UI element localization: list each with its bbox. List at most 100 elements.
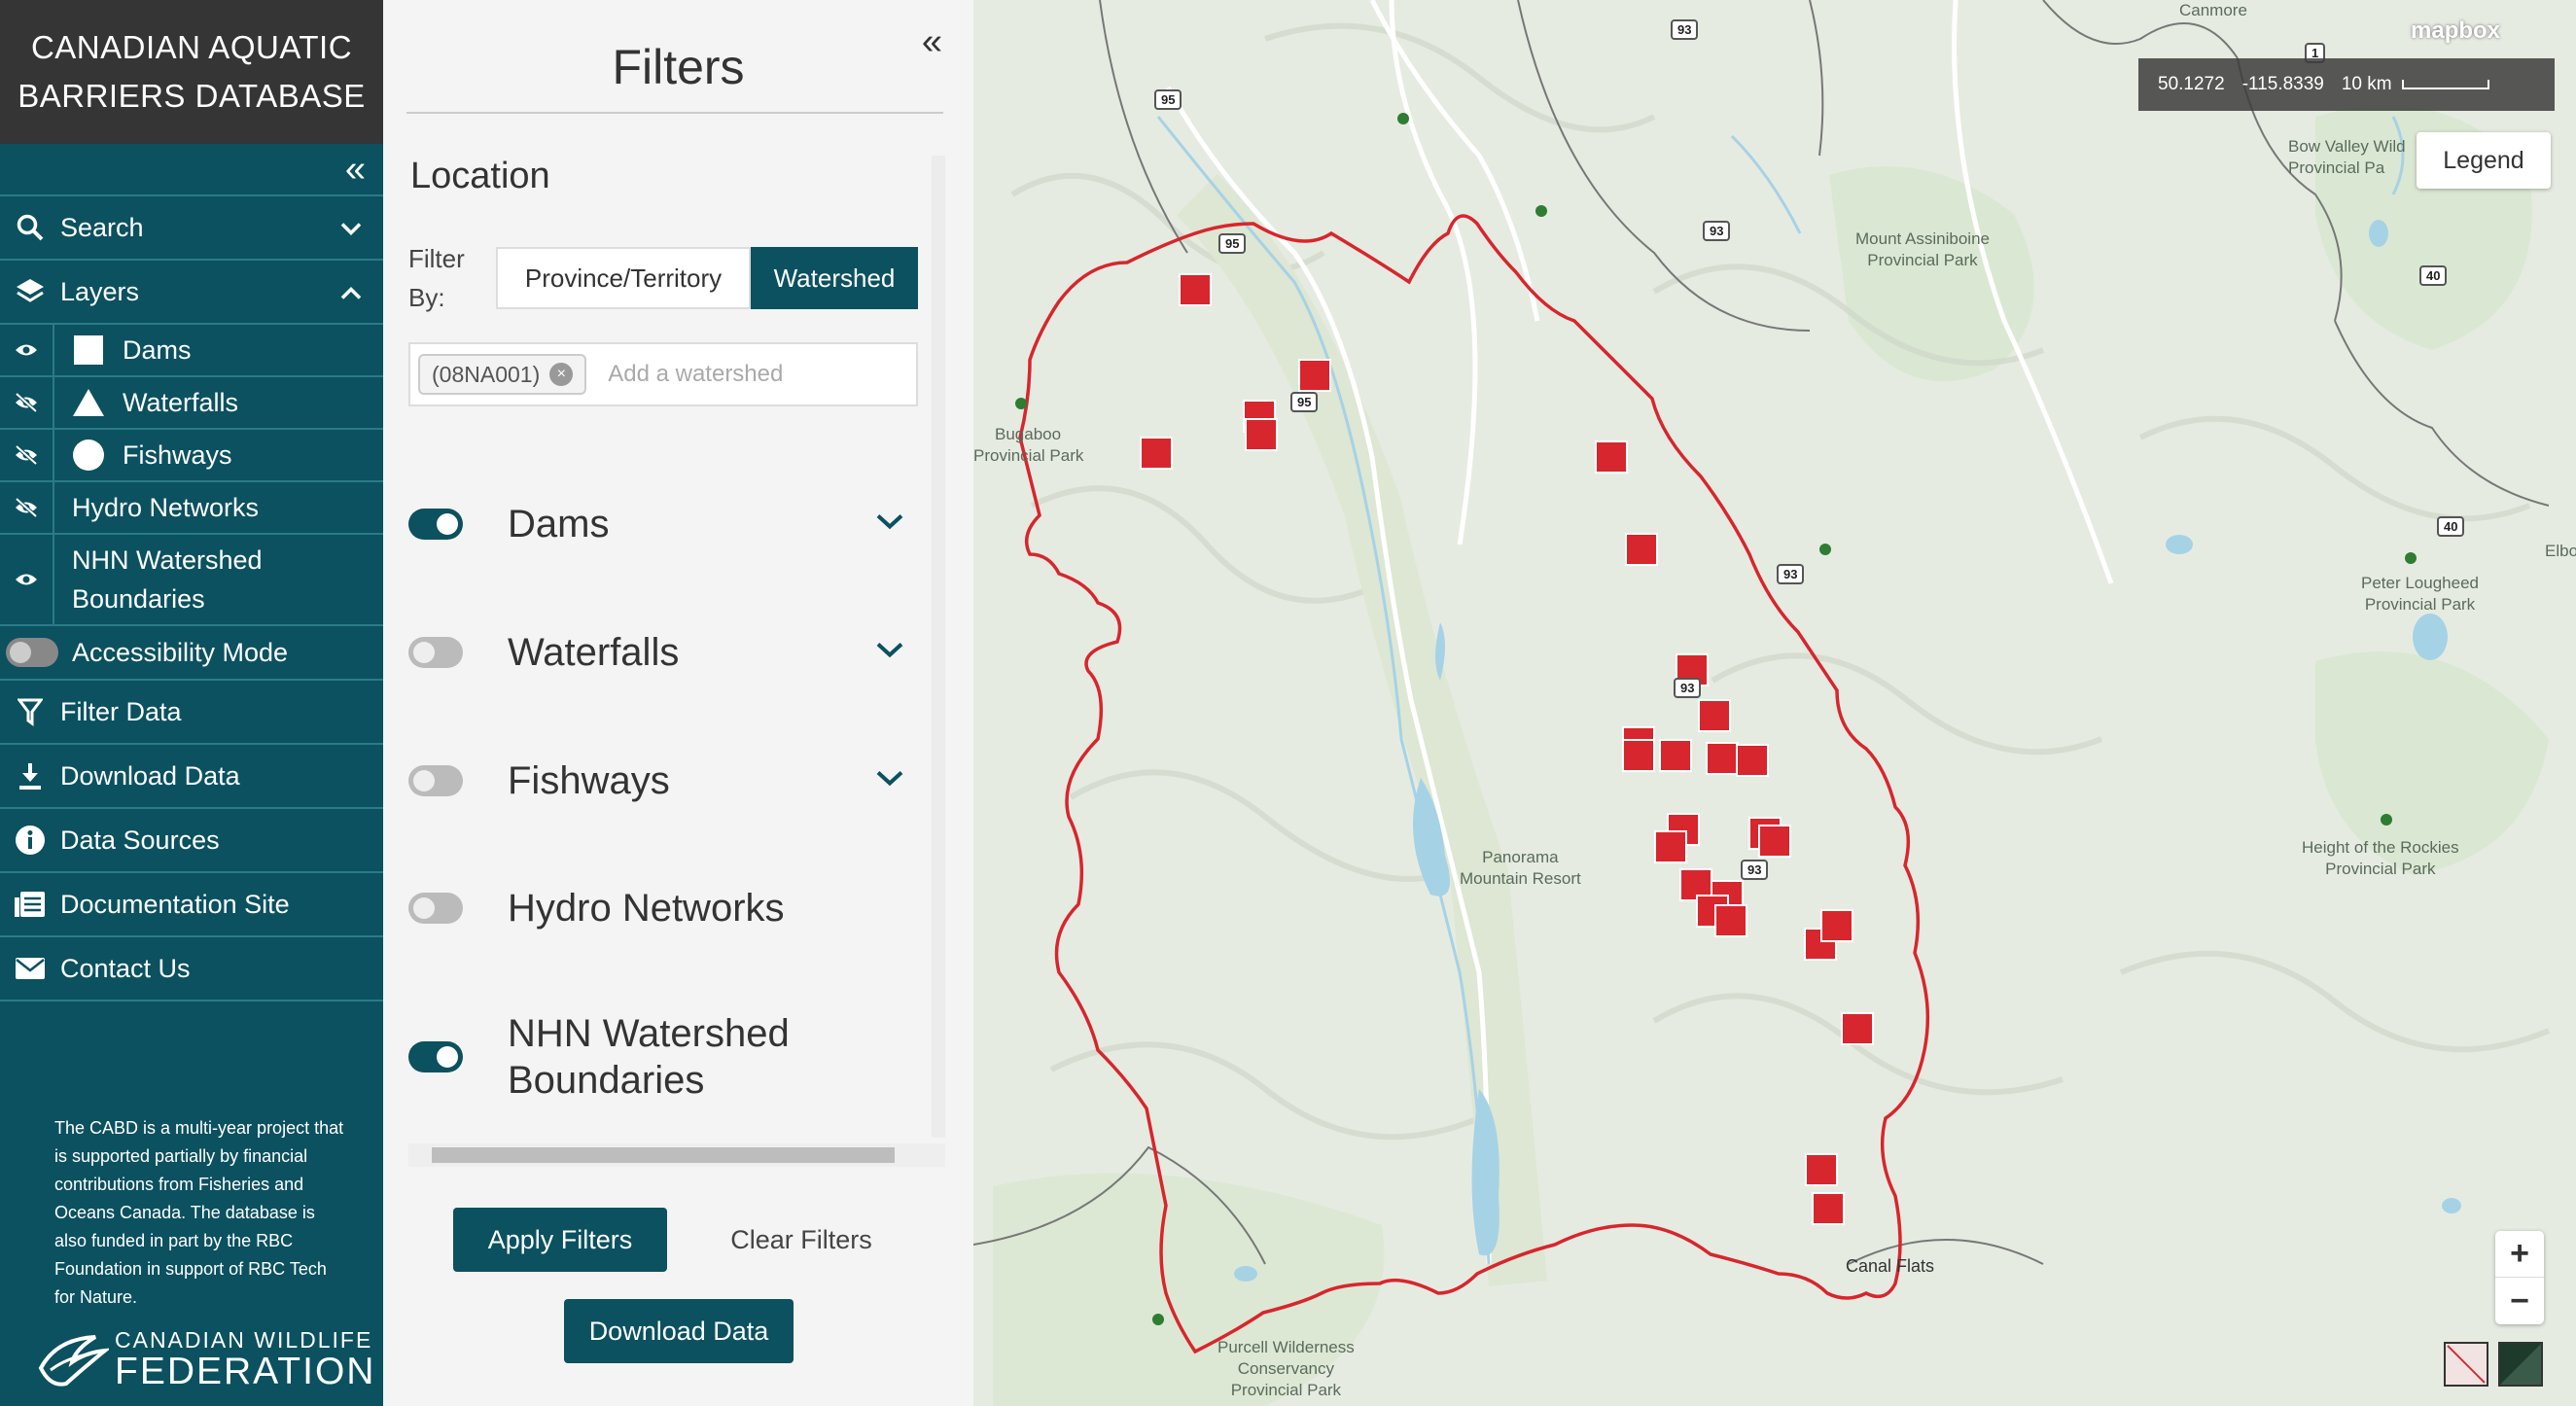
download-icon bbox=[0, 761, 60, 791]
map-label-bow-valley: Bow Valley Wild Provincial Pa bbox=[2288, 137, 2406, 177]
horizontal-scrollbar[interactable] bbox=[408, 1143, 945, 1167]
dam-marker[interactable] bbox=[1245, 418, 1278, 451]
watershed-input[interactable]: (08NA001) × Add a watershed bbox=[408, 342, 918, 406]
dam-marker[interactable] bbox=[1654, 830, 1687, 863]
highway-shield: 40 bbox=[2437, 516, 2465, 537]
nav-documentation[interactable]: Documentation Site bbox=[0, 873, 383, 937]
app-title-line2: BARRIERS DATABASE bbox=[18, 78, 366, 114]
sidebar: CANADIAN AQUATIC BARRIERS DATABASE « Sear… bbox=[0, 0, 383, 1406]
chevron-up-icon bbox=[340, 277, 362, 307]
dam-marker[interactable] bbox=[1625, 533, 1658, 566]
accessibility-toggle[interactable] bbox=[6, 638, 58, 667]
nav-layers-label: Layers bbox=[60, 276, 140, 306]
nav-search[interactable]: Search bbox=[0, 196, 383, 261]
dam-marker[interactable] bbox=[1659, 739, 1692, 772]
basemap-light-button[interactable] bbox=[2444, 1342, 2488, 1387]
logo-line1: CANADIAN WILDLIFE bbox=[115, 1327, 373, 1353]
nav-layers[interactable]: Layers bbox=[0, 261, 383, 325]
dam-marker[interactable] bbox=[1805, 1153, 1838, 1186]
dam-marker[interactable] bbox=[1622, 739, 1655, 772]
chevron-down-icon[interactable] bbox=[875, 642, 904, 664]
map-canvas[interactable]: Canmore Bow Valley Wild Provincial Pa Mou… bbox=[973, 0, 2576, 1406]
dam-marker[interactable] bbox=[1595, 440, 1628, 474]
filter-by-line1: Filter bbox=[408, 244, 465, 273]
map-label-canal-flats: Canal Flats bbox=[1846, 1256, 1935, 1276]
nav-contact-label: Contact Us bbox=[60, 953, 191, 983]
eye-slash-icon[interactable] bbox=[0, 377, 54, 428]
map-label-panorama: Panorama Mountain Resort bbox=[1460, 848, 1581, 888]
fishways-toggle[interactable] bbox=[408, 765, 463, 796]
download-data-button[interactable]: Download Data bbox=[564, 1299, 794, 1363]
dams-toggle[interactable] bbox=[408, 509, 463, 540]
eye-slash-icon[interactable] bbox=[0, 430, 54, 480]
dam-marker[interactable] bbox=[1698, 699, 1731, 732]
zoom-out-button[interactable]: − bbox=[2495, 1278, 2544, 1324]
chevron-down-icon[interactable] bbox=[875, 770, 904, 792]
clear-filters-button[interactable]: Clear Filters bbox=[714, 1208, 889, 1272]
watershed-placeholder: Add a watershed bbox=[608, 361, 784, 387]
nav-filter-data[interactable]: Filter Data bbox=[0, 681, 383, 745]
document-icon bbox=[0, 890, 60, 919]
map-label-canmore: Canmore bbox=[2179, 1, 2247, 19]
collapse-sidebar-button[interactable]: « bbox=[0, 144, 383, 196]
nav-documentation-label: Documentation Site bbox=[60, 889, 290, 919]
nav-download-data[interactable]: Download Data bbox=[0, 745, 383, 809]
highway-shield: 93 bbox=[1741, 860, 1769, 880]
filter-panel: Filters « Location Filter By: Province/T… bbox=[383, 0, 973, 1406]
filter-hydro-row: Hydro Networks bbox=[408, 885, 904, 931]
dam-marker[interactable] bbox=[1758, 825, 1791, 858]
dam-marker[interactable] bbox=[1179, 273, 1212, 306]
coordinate-readout: 50.1272 -115.8339 10 km bbox=[2138, 58, 2555, 111]
map-label-purcell: Purcell Wilderness Conservancy Provincial … bbox=[1217, 1338, 1355, 1399]
watershed-chip: (08NA001) × bbox=[418, 354, 587, 395]
legend-button[interactable]: Legend bbox=[2417, 132, 2551, 189]
nav-contact[interactable]: Contact Us bbox=[0, 937, 383, 1002]
hydro-networks-toggle[interactable] bbox=[408, 893, 463, 924]
map-label-assiniboine: Mount Assiniboine Provincial Park bbox=[1855, 229, 1990, 269]
dam-marker[interactable] bbox=[1140, 437, 1173, 470]
vertical-scrollbar[interactable] bbox=[932, 156, 945, 1138]
mapbox-logo-text: mapbox bbox=[2411, 18, 2501, 44]
nav-data-sources[interactable]: Data Sources bbox=[0, 809, 383, 873]
dam-marker[interactable] bbox=[1841, 1012, 1874, 1045]
nhn-boundaries-toggle[interactable] bbox=[408, 1041, 463, 1072]
about-text: The CABD is a multi-year project that is… bbox=[54, 1118, 344, 1307]
apply-filters-button[interactable]: Apply Filters bbox=[453, 1208, 667, 1272]
highway-shield: 93 bbox=[1703, 221, 1731, 241]
dam-marker[interactable] bbox=[1714, 904, 1747, 937]
dam-marker[interactable] bbox=[1736, 744, 1769, 777]
search-icon bbox=[0, 213, 60, 242]
layer-label-nhn: NHN Watershed Boundaries bbox=[72, 545, 263, 614]
layer-label-dams: Dams bbox=[123, 334, 192, 365]
eye-slash-icon[interactable] bbox=[0, 482, 54, 533]
fishways-toggle-label: Fishways bbox=[508, 759, 670, 802]
basemap-satellite-button[interactable] bbox=[2498, 1342, 2543, 1387]
map-label-peter-lougheed: Peter Lougheed Provincial Park bbox=[2361, 574, 2479, 614]
dam-marker[interactable] bbox=[1812, 1192, 1845, 1225]
eye-icon[interactable] bbox=[0, 325, 54, 375]
nhn-toggle-label: NHN Watershed Boundaries bbox=[508, 1010, 790, 1104]
basemap-satellite-icon bbox=[2500, 1344, 2541, 1385]
dam-marker[interactable] bbox=[1820, 909, 1853, 942]
filter-fishways-row: Fishways bbox=[408, 757, 904, 804]
zoom-in-button[interactable]: + bbox=[2495, 1231, 2544, 1278]
highway-shield: 95 bbox=[1154, 89, 1182, 110]
scrollbar-thumb[interactable] bbox=[432, 1147, 895, 1163]
waterfall-triangle-icon bbox=[54, 377, 123, 428]
divider bbox=[406, 112, 943, 114]
double-chevron-left-icon: « bbox=[344, 148, 366, 190]
collapse-filters-button[interactable]: « bbox=[922, 21, 942, 63]
waterfalls-toggle[interactable] bbox=[408, 637, 463, 668]
cwf-bird-icon bbox=[38, 1335, 109, 1387]
watershed-tab[interactable]: Watershed bbox=[751, 247, 918, 309]
eye-icon[interactable] bbox=[0, 535, 54, 624]
remove-chip-icon[interactable]: × bbox=[549, 363, 574, 386]
filter-by-line2: By: bbox=[408, 283, 445, 312]
dam-marker[interactable] bbox=[1706, 742, 1739, 775]
highway-shield: 95 bbox=[1218, 233, 1247, 254]
highway-shield: 93 bbox=[1671, 19, 1699, 40]
dam-marker[interactable] bbox=[1298, 359, 1331, 392]
app-title: CANADIAN AQUATIC BARRIERS DATABASE bbox=[0, 0, 383, 144]
chevron-down-icon[interactable] bbox=[875, 513, 904, 536]
province-territory-tab[interactable]: Province/Territory bbox=[496, 247, 751, 309]
